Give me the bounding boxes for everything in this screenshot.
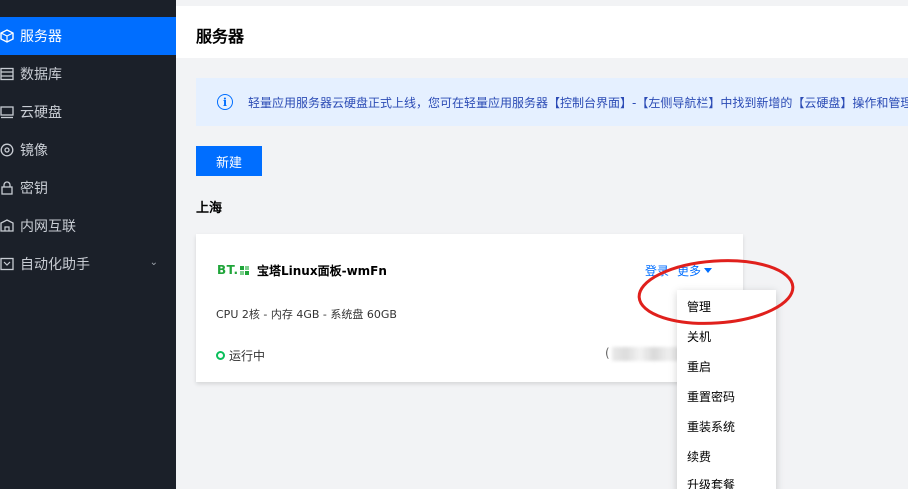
bt-panel-logo: BT.: [217, 263, 249, 277]
ip-address-redacted: [612, 347, 682, 361]
automation-icon: [0, 257, 14, 271]
sidebar-item-label: 密钥: [20, 181, 48, 197]
menu-item-shutdown[interactable]: 关机: [687, 328, 711, 345]
page-header: 服务器: [176, 6, 908, 58]
new-server-button[interactable]: 新建: [196, 146, 262, 176]
chevron-down-icon[interactable]: ⌄: [150, 257, 158, 268]
cloud-disk-icon: [0, 105, 14, 119]
info-icon: i: [217, 94, 233, 110]
menu-item-manage[interactable]: 管理: [687, 298, 711, 315]
sidebar-item-automation[interactable]: 自动化助手 ⌄: [0, 245, 176, 283]
server-status: 运行中: [216, 347, 265, 364]
sidebar: 服务器 数据库 云硬盘 镜像 密钥 内网互联 自动化助手 ⌄: [0, 0, 176, 489]
server-card: BT. 宝塔Linux面板-wmFn 登录 更多 CPU 2核 - 内存 4GB…: [196, 234, 743, 382]
ip-address-prefix: (: [605, 346, 610, 360]
more-label: 更多: [677, 264, 702, 278]
menu-item-restart[interactable]: 重启: [687, 358, 711, 375]
menu-item-renew[interactable]: 续费: [687, 448, 711, 465]
caret-down-icon: [704, 268, 713, 273]
status-text: 运行中: [229, 349, 266, 363]
server-cube-icon: [0, 29, 14, 43]
sidebar-item-key[interactable]: 密钥: [0, 169, 176, 207]
menu-item-reinstall-system[interactable]: 重装系统: [687, 418, 735, 435]
sidebar-item-label: 云硬盘: [20, 105, 62, 121]
sidebar-item-label: 自动化助手: [20, 257, 90, 273]
database-icon: [0, 67, 14, 81]
more-dropdown-trigger[interactable]: 更多: [677, 262, 713, 279]
page-title: 服务器: [196, 27, 245, 46]
sidebar-item-label: 服务器: [20, 29, 62, 45]
notice-banner: i 轻量应用服务器云硬盘正式上线，您可在轻量应用服务器【控制台界面】-【左侧导航…: [196, 78, 908, 126]
bt-logo-icon: [239, 266, 249, 275]
menu-item-upgrade-plan[interactable]: 升级套餐: [687, 476, 735, 489]
server-name[interactable]: 宝塔Linux面板-wmFn: [257, 262, 387, 279]
notice-text: 轻量应用服务器云硬盘正式上线，您可在轻量应用服务器【控制台界面】-【左侧导航栏】…: [248, 96, 908, 110]
region-label: 上海: [196, 201, 223, 216]
sidebar-item-label: 镜像: [20, 143, 48, 159]
key-icon: [0, 181, 14, 195]
sidebar-item-label: 数据库: [20, 67, 62, 83]
menu-item-reset-password[interactable]: 重置密码: [687, 388, 735, 405]
network-icon: [0, 219, 14, 233]
sidebar-item-cloud-disk[interactable]: 云硬盘: [0, 93, 176, 131]
server-specs: CPU 2核 - 内存 4GB - 系统盘 60GB: [216, 308, 397, 321]
image-disc-icon: [0, 143, 14, 157]
sidebar-item-label: 内网互联: [20, 219, 76, 235]
sidebar-item-server[interactable]: 服务器: [0, 17, 176, 55]
more-dropdown-menu: 管理 关机 重启 重置密码 重装系统 续费 升级套餐: [677, 290, 776, 489]
login-link[interactable]: 登录: [645, 262, 669, 279]
status-running-icon: [216, 351, 225, 360]
bt-logo-text: BT.: [217, 263, 239, 277]
sidebar-item-image[interactable]: 镜像: [0, 131, 176, 169]
sidebar-item-database[interactable]: 数据库: [0, 55, 176, 93]
sidebar-item-network[interactable]: 内网互联: [0, 207, 176, 245]
